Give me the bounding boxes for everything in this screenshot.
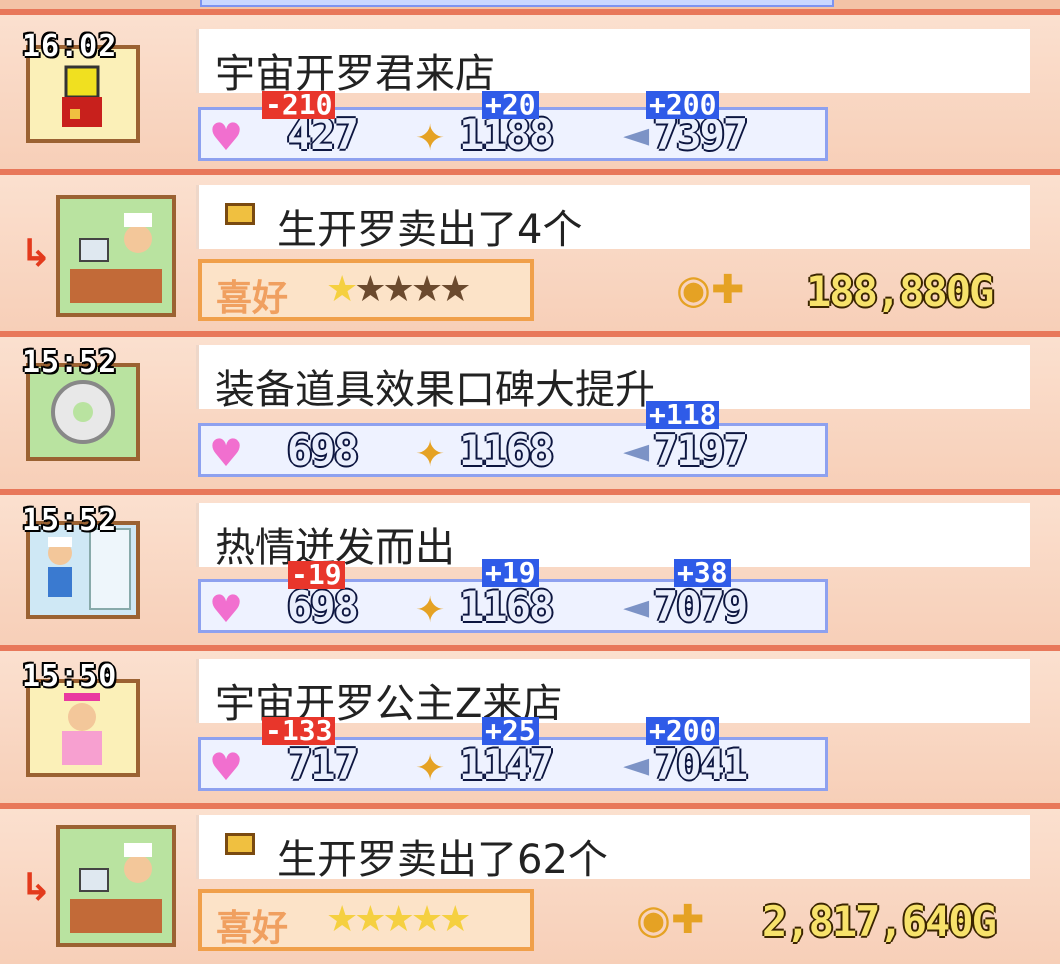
- heart-icon: ♥: [209, 587, 244, 631]
- message-text: 生开罗卖出了4个: [277, 207, 583, 253]
- speech-bubble-icon: ◄: [623, 431, 650, 471]
- stamp-icon: ✦: [415, 590, 446, 631]
- stamp-value: 1168: [459, 426, 554, 475]
- money-value: 188,880G: [806, 267, 994, 316]
- return-arrow-icon: ↳: [20, 231, 52, 275]
- log-entry: 15:50 宇宙开罗公主Z来店 ♥ 717 ✦ 1147 ◄ 7041 -133…: [0, 648, 1060, 806]
- heart-delta: -19: [288, 561, 345, 589]
- heart-delta: -210: [262, 91, 336, 119]
- stamp-delta: +25: [482, 717, 539, 745]
- preference-bar: 喜好 ★★★★★: [198, 259, 534, 321]
- sale-entry: ↳ 生开罗卖出了62个 喜好 ★★★★★ ◉✚ 2,817,640G: [0, 806, 1060, 964]
- message-box: 宇宙开罗君来店: [196, 29, 1030, 97]
- entry-time: 16:02: [22, 29, 118, 64]
- stats-bar: ♥ 698 ✦ 1168 ◄ 7197: [198, 423, 828, 477]
- message-text: 宇宙开罗君来店: [215, 51, 495, 97]
- stamp-icon: ✦: [415, 434, 446, 475]
- message-text: 装备道具效果口碑大提升: [215, 367, 655, 413]
- log-entry: 16:02 宇宙开罗君来店 ♥ 427 ✦ 1188 ◄ 7397 -210 +…: [0, 12, 1060, 172]
- speech-bubble-icon: ◄: [623, 587, 650, 627]
- stamp-icon: ✦: [415, 118, 446, 159]
- log-entry: 15:52 装备道具效果口碑大提升 ♥ 698 ✦ 1168 ◄ 7197 +1…: [0, 334, 1060, 492]
- message-text: 生开罗卖出了62个: [277, 837, 608, 883]
- coin-icon: ◉✚: [676, 267, 745, 313]
- shop-counter-avatar: [56, 825, 176, 947]
- talk-delta: +200: [646, 91, 720, 119]
- stamp-delta: +20: [482, 91, 539, 119]
- speech-bubble-icon: ◄: [623, 745, 650, 785]
- stamp-icon: ✦: [415, 748, 446, 789]
- message-box: 装备道具效果口碑大提升: [196, 345, 1030, 413]
- talk-value: 7041: [653, 740, 748, 789]
- talk-delta: +200: [646, 717, 720, 745]
- heart-value: 717: [287, 740, 359, 789]
- product-icon: [225, 203, 255, 225]
- heart-icon: ♥: [209, 115, 244, 159]
- shop-counter-avatar: [56, 195, 176, 317]
- coin-icon: ◉✚: [636, 897, 705, 943]
- money-value: 2,817,640G: [762, 897, 997, 946]
- talk-delta: +38: [674, 559, 731, 587]
- heart-icon: ♥: [209, 431, 244, 475]
- return-arrow-icon: ↳: [20, 865, 52, 909]
- sale-entry: ↳ 生开罗卖出了4个 喜好 ★★★★★ ◉✚ 188,880G: [0, 172, 1060, 334]
- stamp-value: 1147: [459, 740, 554, 789]
- preference-bar: 喜好 ★★★★★: [198, 889, 534, 951]
- talk-delta: +118: [646, 401, 720, 429]
- stamp-value: 1168: [459, 582, 554, 631]
- preference-label: 喜好: [216, 908, 289, 949]
- preference-label: 喜好: [216, 278, 289, 319]
- stamp-delta: +19: [482, 559, 539, 587]
- product-icon: [225, 833, 255, 855]
- talk-value: 7197: [653, 426, 748, 475]
- speech-bubble-icon: ◄: [623, 115, 650, 155]
- star-rating: ★★★★★: [326, 899, 471, 940]
- entry-time: 15:52: [22, 503, 118, 538]
- heart-delta: -133: [262, 717, 336, 745]
- message-box: 生开罗卖出了4个: [196, 185, 1030, 253]
- talk-value: 7079: [653, 582, 748, 631]
- heart-value: 698: [287, 426, 359, 475]
- star-rating: ★★★★★: [326, 269, 471, 310]
- top-edge: [0, 0, 1060, 12]
- entry-time: 15:52: [22, 345, 118, 380]
- log-entry: 15:52 热情迸发而出 ♥ 698 ✦ 1168 ◄ 7079 -19 +19…: [0, 492, 1060, 648]
- heart-icon: ♥: [209, 745, 244, 789]
- entry-time: 15:50: [22, 659, 118, 694]
- message-box: 生开罗卖出了62个: [196, 815, 1030, 883]
